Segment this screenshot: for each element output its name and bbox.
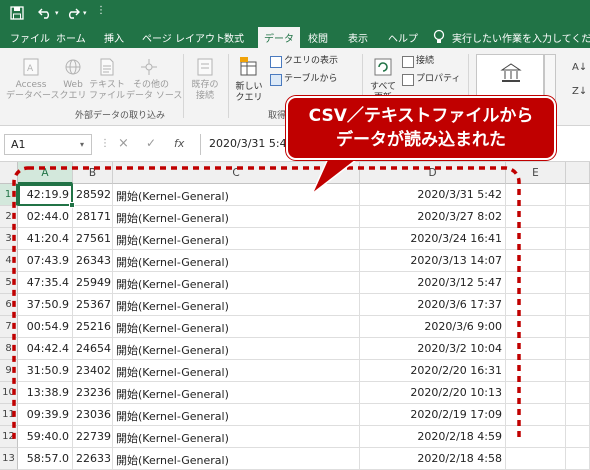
cell-time[interactable]: 58:57.0 [18,448,73,470]
cell-empty[interactable] [506,448,566,470]
highlight-dashed-outline [12,153,521,440]
cell-id[interactable]: 22633 [73,448,113,470]
callout-line-1: CSV／テキストファイルから [308,106,534,126]
annotation-callout: CSV／テキストファイルから データが読み込まれた [286,96,556,160]
cell-description[interactable]: 開始(Kernel-General) [113,448,360,470]
callout-line-2: データが読み込まれた [336,130,506,150]
cell-empty[interactable] [566,448,590,470]
row-header[interactable]: 13 [0,448,18,470]
cell-datetime[interactable]: 2020/2/18 4:58 [360,448,506,470]
